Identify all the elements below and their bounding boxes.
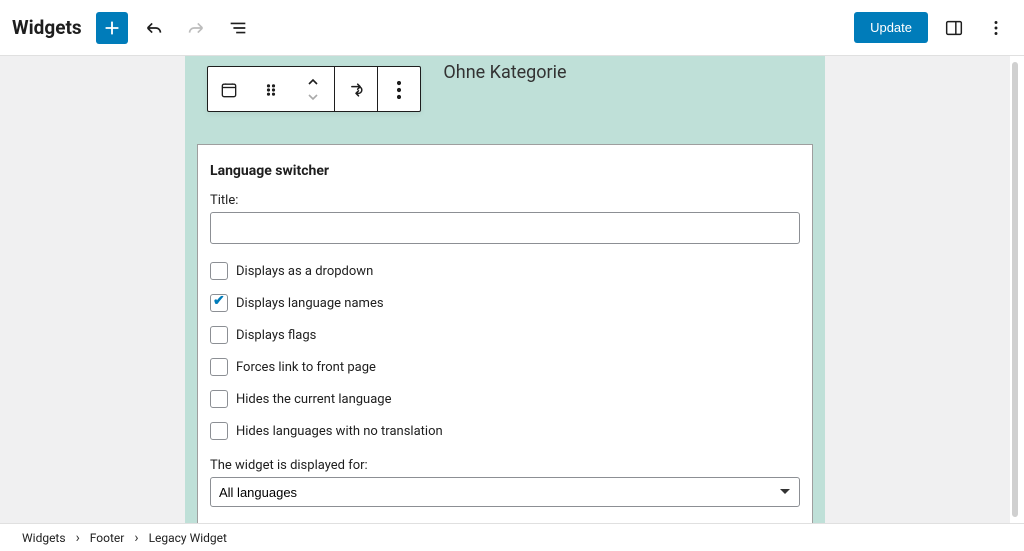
more-menu-button[interactable]	[980, 12, 1012, 44]
block-breadcrumb: Widgets › Footer › Legacy Widget	[0, 523, 1024, 551]
option-dropdown[interactable]: Displays as a dropdown	[210, 262, 800, 280]
breadcrumb-item[interactable]: Footer	[90, 531, 125, 545]
update-button[interactable]: Update	[854, 12, 928, 43]
widget-heading: Language switcher	[210, 163, 800, 179]
editor-top-bar: Widgets Update	[0, 0, 1024, 56]
list-view-button[interactable]	[222, 12, 254, 44]
transform-button[interactable]	[335, 67, 377, 113]
checkbox-icon[interactable]	[210, 262, 228, 280]
block-type-icon[interactable]	[208, 67, 250, 113]
option-front-page[interactable]: Forces link to front page	[210, 358, 800, 376]
displayed-for-select-wrap: All languages	[210, 477, 800, 507]
move-down-button[interactable]	[307, 90, 319, 105]
option-label: Hides languages with no translation	[236, 424, 443, 439]
chevron-right-icon: ›	[134, 530, 138, 546]
title-input[interactable]	[210, 212, 800, 244]
move-up-button[interactable]	[307, 75, 319, 90]
option-flags[interactable]: Displays flags	[210, 326, 800, 344]
displayed-for-select[interactable]: All languages	[210, 477, 800, 507]
option-label: Displays language names	[236, 296, 384, 311]
add-block-button[interactable]	[96, 12, 128, 44]
undo-button[interactable]	[138, 12, 170, 44]
option-label: Hides the current language	[236, 392, 391, 407]
legacy-widget-block[interactable]: Language switcher Title: Displays as a d…	[197, 144, 813, 523]
checkbox-icon[interactable]	[210, 422, 228, 440]
option-label: Forces link to front page	[236, 360, 376, 375]
block-options-button[interactable]	[378, 67, 420, 113]
drag-handle-icon[interactable]	[250, 67, 292, 113]
option-language-names[interactable]: Displays language names	[210, 294, 800, 312]
breadcrumb-item[interactable]: Widgets	[22, 531, 66, 545]
widget-options-list: Displays as a dropdown Displays language…	[210, 262, 800, 440]
redo-button[interactable]	[180, 12, 212, 44]
title-label: Title:	[210, 193, 800, 208]
editor-canvas: Ohne Kategorie Language switcher Title: …	[0, 56, 1010, 523]
block-toolbar	[207, 66, 421, 112]
vertical-scrollbar[interactable]	[1012, 62, 1018, 517]
page-title: Widgets	[12, 16, 82, 39]
checkbox-icon[interactable]	[210, 390, 228, 408]
checkbox-icon[interactable]	[210, 326, 228, 344]
checkbox-icon[interactable]	[210, 358, 228, 376]
displayed-for-label: The widget is displayed for:	[210, 458, 800, 473]
chevron-right-icon: ›	[76, 530, 80, 546]
option-label: Displays as a dropdown	[236, 264, 373, 279]
option-hide-no-translation[interactable]: Hides languages with no translation	[210, 422, 800, 440]
checkbox-icon[interactable]	[210, 294, 228, 312]
block-mover	[292, 67, 334, 113]
widget-area-footer: Ohne Kategorie Language switcher Title: …	[185, 56, 825, 523]
option-label: Displays flags	[236, 328, 316, 343]
sidebar-toggle-button[interactable]	[938, 12, 970, 44]
option-hide-current[interactable]: Hides the current language	[210, 390, 800, 408]
breadcrumb-item[interactable]: Legacy Widget	[149, 531, 227, 545]
